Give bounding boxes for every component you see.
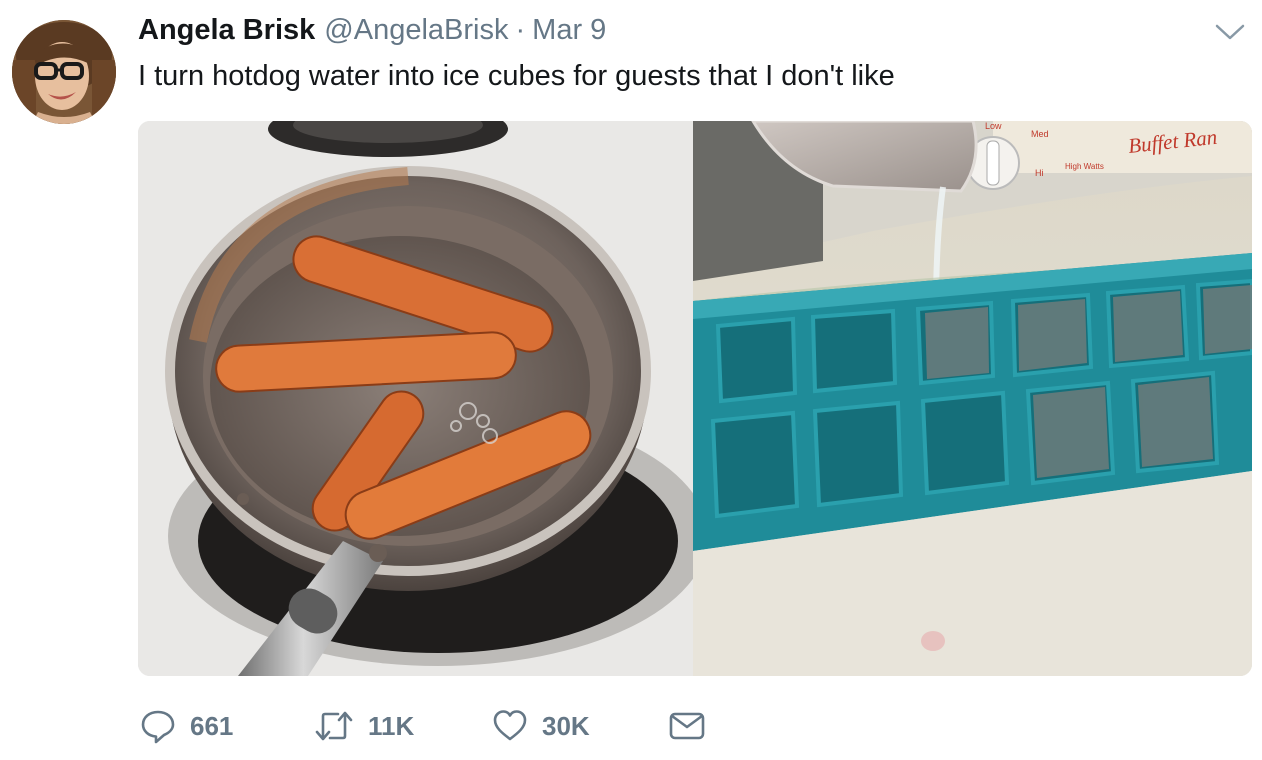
photo-hotdog-pot[interactable] <box>138 121 693 676</box>
dial-med-label: Med <box>1031 129 1049 139</box>
dial-watts-label: High Watts <box>1065 162 1104 171</box>
heart-icon <box>493 710 527 741</box>
tweet-media[interactable]: Low Med Hi High Watts Buffet Ran <box>138 121 1252 676</box>
tweet-text: I turn hotdog water into ice cubes for g… <box>138 60 895 92</box>
chevron-down-icon <box>1215 24 1245 40</box>
avatar-image <box>12 20 116 124</box>
retweet-count: 11K <box>368 710 415 741</box>
author-name[interactable]: Angela Brisk <box>138 14 315 47</box>
tweet-header: Angela Brisk @AngelaBrisk · Mar 9 <box>138 14 606 54</box>
dial-hi-label: Hi <box>1035 168 1044 178</box>
tweet-menu-button[interactable] <box>1212 20 1248 44</box>
like-count: 30K <box>542 710 590 741</box>
reply-button[interactable]: 661 <box>140 708 233 744</box>
direct-message-button[interactable] <box>668 708 706 744</box>
like-button[interactable]: 30K <box>492 708 590 744</box>
dial-low-label: Low <box>985 121 1002 131</box>
photo-ice-tray[interactable]: Low Med Hi High Watts Buffet Ran <box>693 121 1252 676</box>
author-handle[interactable]: @AngelaBrisk <box>324 14 508 47</box>
tweet-date[interactable]: Mar 9 <box>532 14 606 47</box>
hotdog-pot-image <box>138 121 693 676</box>
retweet-button[interactable]: 11K <box>314 708 414 744</box>
header-separator: · <box>515 14 526 46</box>
reply-icon <box>141 710 175 744</box>
retweet-icon <box>315 711 353 741</box>
envelope-icon <box>669 712 705 740</box>
reply-count: 661 <box>190 710 234 741</box>
ice-tray-image: Low Med Hi High Watts Buffet Ran <box>693 121 1252 676</box>
avatar[interactable] <box>12 20 116 124</box>
